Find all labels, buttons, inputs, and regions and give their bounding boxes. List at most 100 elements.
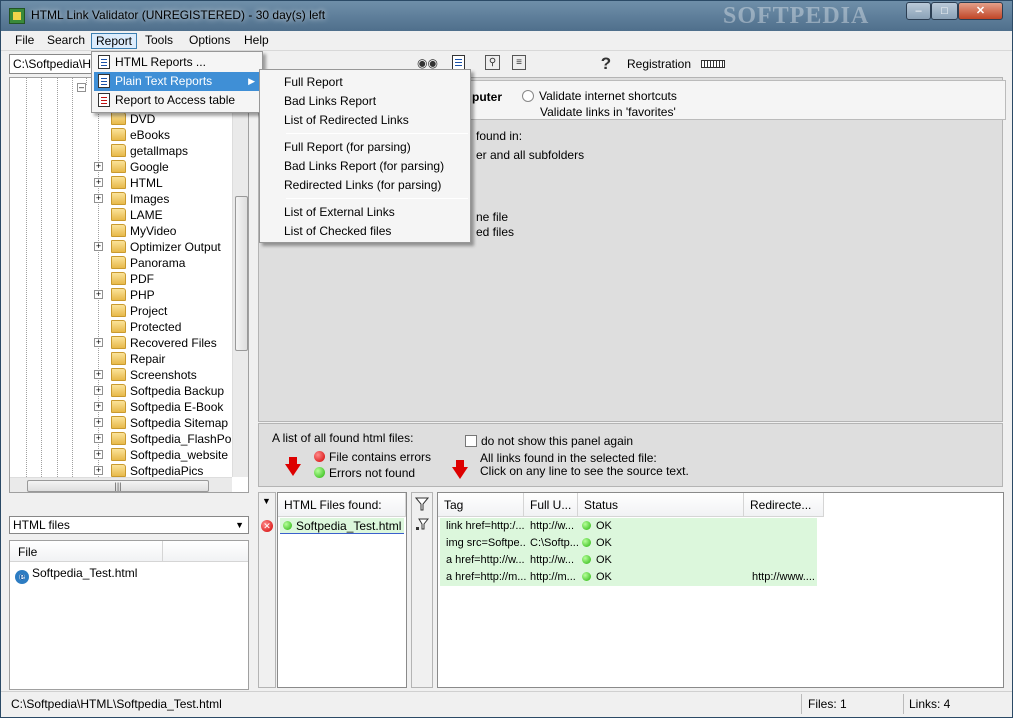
tree-expander[interactable]: + xyxy=(94,386,103,395)
status-divider xyxy=(903,694,904,714)
status-links-count: Links: 4 xyxy=(909,697,951,711)
tree-item[interactable]: Repair xyxy=(10,351,240,367)
tree-item[interactable]: + Softpedia Sitemap xyxy=(10,415,240,431)
help-icon[interactable]: ? xyxy=(598,55,614,72)
report-to-access-item[interactable]: Report to Access table xyxy=(94,91,260,110)
registration-icon[interactable] xyxy=(701,60,725,68)
maximize-button[interactable]: □ xyxy=(931,2,958,20)
bad-links-parsing-item[interactable]: Bad Links Report (for parsing) xyxy=(284,159,444,173)
links-column-header[interactable]: Status xyxy=(578,493,744,517)
html-files-panel[interactable]: HTML Files found: Softpedia_Test.html xyxy=(277,492,407,688)
do-not-show-label[interactable]: do not show this panel again xyxy=(481,434,633,448)
external-links-item[interactable]: List of External Links xyxy=(284,205,395,219)
validate-shortcuts-radio[interactable] xyxy=(522,90,534,102)
tree-root-expander[interactable]: – xyxy=(77,83,86,92)
tree-item[interactable]: Panorama xyxy=(10,255,240,271)
file-list[interactable]: File e Softpedia_Test.html xyxy=(9,540,249,690)
text-report-icon[interactable]: ≡ xyxy=(512,55,526,70)
do-not-show-checkbox[interactable] xyxy=(465,435,477,447)
full-report-item[interactable]: Full Report xyxy=(284,75,343,89)
file-type-select[interactable]: HTML files ▼ xyxy=(9,516,249,534)
tree-expander[interactable]: + xyxy=(94,466,103,475)
tree-item[interactable]: LAME xyxy=(10,207,240,223)
link-row[interactable]: img src=Softpe... C:\Softp... OK xyxy=(440,535,817,552)
tree-item[interactable]: + Optimizer Output xyxy=(10,239,240,255)
html-files-header[interactable]: HTML Files found: xyxy=(278,493,406,517)
tree-expander[interactable]: + xyxy=(94,290,103,299)
tree-item[interactable]: + Softpedia Backup xyxy=(10,383,240,399)
links-column-header[interactable]: Full U... xyxy=(524,493,578,517)
minimize-button[interactable]: – xyxy=(906,2,931,20)
menu-options[interactable]: Options xyxy=(185,33,234,49)
tree-horizontal-thumb[interactable]: ||| xyxy=(27,480,209,492)
registration-button[interactable]: Registration xyxy=(627,57,691,71)
tree-item[interactable]: Project xyxy=(10,303,240,319)
menu-separator xyxy=(286,133,468,134)
redirected-links-item[interactable]: List of Redirected Links xyxy=(284,113,409,127)
tree-expander[interactable]: + xyxy=(94,242,103,251)
tree-item[interactable]: + Softpedia_FlashPoint xyxy=(10,431,244,447)
links-table[interactable]: Tag Full U... Status Redirecte... link href… xyxy=(437,492,1004,688)
tree-item-label: Project xyxy=(130,304,168,318)
menu-file[interactable]: File xyxy=(11,33,38,49)
tree-item-label: PDF xyxy=(130,272,154,286)
report-icon[interactable] xyxy=(452,55,465,70)
tree-expander[interactable]: + xyxy=(94,370,103,379)
tree-vertical-scrollbar[interactable] xyxy=(232,78,248,477)
link-row[interactable]: link href=http:/... http://w... OK xyxy=(440,518,817,535)
tree-item[interactable]: + Screenshots xyxy=(10,367,240,383)
tree-item[interactable]: + Softpedia_website xyxy=(10,447,240,463)
filter-settings-icon[interactable] xyxy=(415,518,429,532)
tree-expander[interactable]: + xyxy=(94,434,103,443)
tree-expander[interactable]: + xyxy=(94,194,103,203)
tree-item[interactable]: eBooks xyxy=(10,127,240,143)
menu-search[interactable]: Search xyxy=(43,33,89,49)
checked-files-item[interactable]: List of Checked files xyxy=(284,224,391,238)
menu-tools[interactable]: Tools xyxy=(141,33,177,49)
folder-icon xyxy=(111,256,126,269)
link-row[interactable]: a href=http://w... http://w... OK xyxy=(440,552,817,569)
title-bar[interactable]: HTML Link Validator (UNREGISTERED) - 30 … xyxy=(1,1,1012,31)
tree-expander[interactable]: + xyxy=(94,418,103,427)
links-column-header[interactable]: Tag xyxy=(438,493,524,517)
tree-expander[interactable]: + xyxy=(94,402,103,411)
menu-report[interactable]: Report xyxy=(91,33,138,49)
validate-shortcuts-label[interactable]: Validate internet shortcuts xyxy=(539,89,677,103)
folder-tree[interactable]: – DVD eBooks getallmaps + Google + HTML + Images… xyxy=(9,77,249,493)
filter-icon[interactable] xyxy=(415,497,429,511)
close-button[interactable]: ✕ xyxy=(958,2,1003,20)
tree-expander[interactable]: + xyxy=(94,162,103,171)
tree-horizontal-scrollbar[interactable]: ||| xyxy=(10,477,232,492)
menu-help[interactable]: Help xyxy=(240,33,273,49)
tree-item[interactable]: + Softpedia E-Book xyxy=(10,399,240,415)
tree-item[interactable]: + Recovered Files xyxy=(10,335,240,351)
html-file-row[interactable]: Softpedia_Test.html xyxy=(280,518,404,534)
tree-item[interactable]: DVD xyxy=(10,111,240,127)
link-row[interactable]: a href=http://m... http://m... OK http://ww… xyxy=(440,569,817,586)
column-divider[interactable] xyxy=(162,541,163,561)
tree-item[interactable]: PDF xyxy=(10,271,240,287)
tree-item[interactable]: Protected xyxy=(10,319,240,335)
tree-item[interactable]: + PHP xyxy=(10,287,240,303)
full-report-parsing-item[interactable]: Full Report (for parsing) xyxy=(284,140,411,154)
menu-bar: File Search Report Tools Options Help xyxy=(1,31,1012,51)
tree-expander[interactable]: + xyxy=(94,338,103,347)
file-list-item[interactable]: e Softpedia_Test.html xyxy=(15,566,137,584)
html-reports-item[interactable]: HTML Reports ... xyxy=(94,53,260,72)
tree-item[interactable]: MyVideo xyxy=(10,223,240,239)
tree-item[interactable]: getallmaps xyxy=(10,143,240,159)
redirected-parsing-item[interactable]: Redirected Links (for parsing) xyxy=(284,178,441,192)
tree-expander[interactable]: + xyxy=(94,178,103,187)
bad-links-report-item[interactable]: Bad Links Report xyxy=(284,94,376,108)
plain-text-reports-item[interactable]: Plain Text Reports ▶ xyxy=(94,72,260,91)
magnifier-icon[interactable]: ⚲ xyxy=(485,55,500,70)
tree-expander[interactable]: + xyxy=(94,450,103,459)
tree-item[interactable]: + Google xyxy=(10,159,240,175)
tree-item[interactable]: + Images xyxy=(10,191,240,207)
status-files-count: Files: 1 xyxy=(808,697,847,711)
file-list-header[interactable]: File xyxy=(10,541,248,562)
sort-down-icon[interactable]: ▼ xyxy=(262,496,271,506)
links-column-header[interactable]: Redirecte... xyxy=(744,493,824,517)
tree-vertical-thumb[interactable] xyxy=(235,196,248,351)
tree-item[interactable]: + HTML xyxy=(10,175,240,191)
